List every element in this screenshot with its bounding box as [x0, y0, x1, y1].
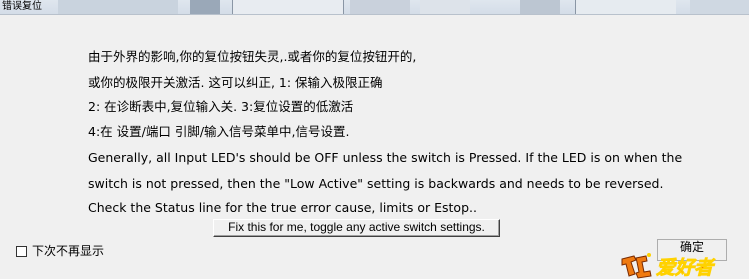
title-divider	[0, 14, 749, 15]
message-line: 2: 在诊断表中,复位输入关. 3:复位设置的低激活	[88, 99, 354, 114]
message-line: 由于外界的影响,你的复位按钮失灵,.或者你的复位按钮开的,	[88, 49, 417, 64]
fix-switch-settings-button[interactable]: Fix this for me, toggle any active switc…	[213, 219, 500, 237]
dont-show-again-checkbox[interactable]	[16, 245, 27, 257]
watermark-logo: 爱好者	[621, 253, 716, 279]
message-line: 或你的极限开关激活. 这可以纠正, 1: 保输入极限正确	[88, 75, 383, 90]
watermark-glyph-icon	[621, 253, 652, 279]
window-title: 错误复位	[2, 1, 42, 12]
dont-show-again-label: 下次不再显示	[32, 244, 105, 258]
background-app-fragment	[575, 0, 676, 14]
message-line: Generally, all Input LED's should be OFF…	[88, 150, 683, 165]
background-app-fragment	[420, 0, 470, 14]
background-app-fragment	[690, 0, 749, 14]
dont-show-again-option[interactable]: 下次不再显示	[16, 244, 104, 258]
background-app-fragment	[232, 0, 344, 14]
background-app-fragment	[520, 0, 560, 14]
background-app-fragment	[190, 0, 220, 14]
message-line: Check the Status line for the true error…	[88, 200, 477, 215]
background-app-fragment	[58, 0, 178, 14]
watermark-text: 爱好者	[656, 257, 716, 279]
error-reset-dialog: 错误复位 由于外界的影响,你的复位按钮失灵,.或者你的复位按钮开的, 或你的极限…	[0, 0, 749, 279]
background-app-fragment	[350, 0, 410, 14]
message-line: 4:在 设置/端口 引脚/输入信号菜单中,信号设置.	[88, 124, 350, 139]
title-bar: 错误复位	[0, 0, 749, 14]
message-line: switch is not pressed, then the "Low Act…	[88, 176, 664, 191]
